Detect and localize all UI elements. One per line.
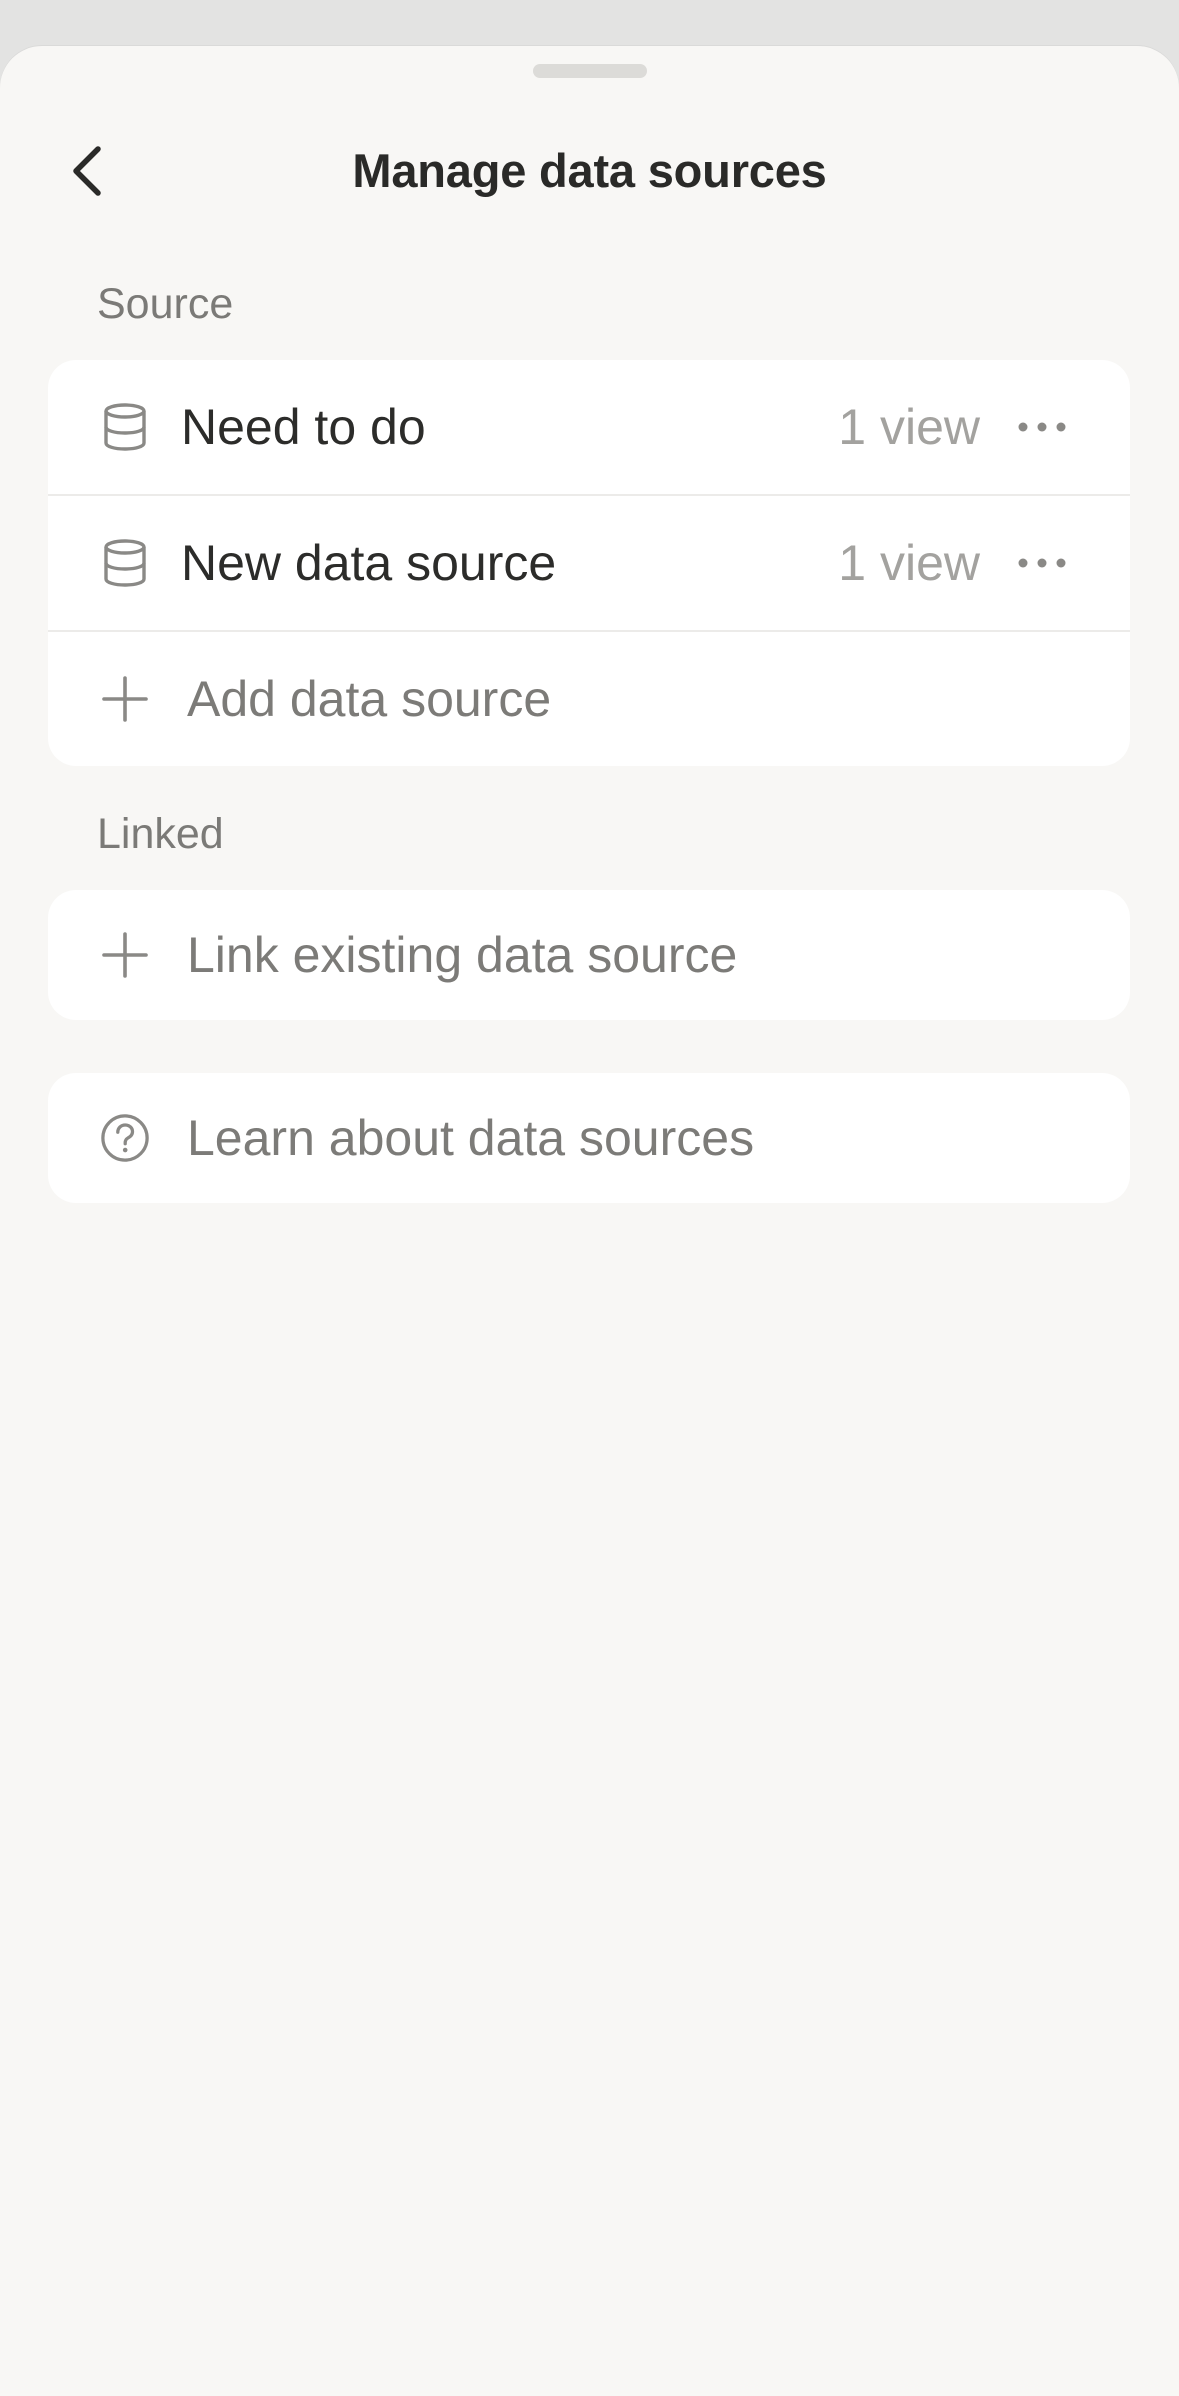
section-label-source: Source [97,280,234,328]
data-source-row[interactable]: New data source 1 view [48,494,1130,630]
ellipsis-icon [1018,558,1066,568]
section-label-linked: Linked [97,810,224,858]
add-data-source-button[interactable]: Add data source [48,630,1130,766]
link-existing-data-source-button[interactable]: Link existing data source [48,890,1130,1020]
more-options-button[interactable] [1012,533,1072,593]
learn-about-data-sources-label: Learn about data sources [187,1110,755,1166]
data-source-name: New data source [181,535,557,591]
data-source-row[interactable]: Need to do 1 view [48,360,1130,494]
page-title: Manage data sources [352,144,827,197]
view-count: 1 view [838,535,980,591]
linked-card: Link existing data source [48,890,1130,1020]
view-count: 1 view [838,399,980,455]
data-source-name: Need to do [181,399,426,455]
help-card: Learn about data sources [48,1073,1130,1203]
database-icon [100,402,150,452]
plus-icon [100,930,150,980]
add-data-source-label: Add data source [187,671,552,727]
ellipsis-icon [1018,422,1066,432]
bottom-sheet: Manage data sources Source Need to do 1 … [0,46,1179,2396]
link-existing-data-source-label: Link existing data source [187,927,738,983]
plus-icon [100,674,150,724]
chevron-left-icon [73,146,101,196]
question-circle-icon [100,1113,150,1163]
learn-about-data-sources-link[interactable]: Learn about data sources [48,1073,1130,1203]
back-button[interactable] [58,131,114,211]
database-icon [100,538,150,588]
more-options-button[interactable] [1012,397,1072,457]
sheet-grabber-handle[interactable] [533,64,647,78]
source-card: Need to do 1 view New data source 1 view [48,360,1130,766]
